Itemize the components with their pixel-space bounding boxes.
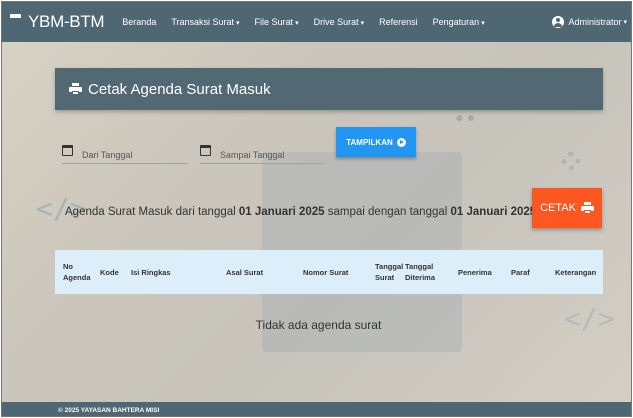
caret-down-icon: ▾ xyxy=(236,20,240,27)
agenda-prefix: Agenda Surat Masuk dari tanggal xyxy=(65,206,239,218)
brand[interactable]: YBM-BTM xyxy=(2,12,105,32)
page-title: Cetak Agenda Surat Masuk xyxy=(88,80,271,98)
nav-item-label: Referensi xyxy=(379,17,418,27)
printer-icon xyxy=(580,202,594,214)
column-header-paraf: Paraf xyxy=(511,267,530,277)
nav-menu: Beranda Transaksi Surat ▾ File Surat ▾ Dri… xyxy=(122,17,499,27)
caret-down-icon: ▾ xyxy=(360,20,365,27)
column-header-tanggal-surat: Tanggal Surat xyxy=(375,262,404,282)
calendar-icon xyxy=(62,145,73,156)
nav-item-transaksi-surat[interactable]: Transaksi Surat ▾ xyxy=(171,17,239,27)
nav-item-file-surat[interactable]: File Surat ▾ xyxy=(255,17,299,27)
show-button[interactable]: TAMPILKAN xyxy=(336,127,416,157)
date-from-input[interactable] xyxy=(82,150,172,160)
table-header: No Agenda Kode Isi Ringkas Asal Surat No… xyxy=(55,250,603,294)
play-circle-icon xyxy=(396,137,406,147)
date-from-field xyxy=(62,140,188,164)
footer: © 2025 YAYASAN BAHTERA MISI xyxy=(2,402,631,416)
nav-item-label: Drive Surat xyxy=(313,17,359,27)
top-navbar: YBM-BTM Beranda Transaksi Surat ▾ File Su… xyxy=(2,2,631,42)
app-window: </> </> YBM-BTM Beranda Transaksi Surat ▾… xyxy=(1,1,632,417)
agenda-middle: sampai dengan tanggal xyxy=(324,206,451,218)
user-name: Administrator xyxy=(568,17,622,27)
caret-down-icon: ▾ xyxy=(623,19,627,26)
column-header-keterangan: Keterangan xyxy=(555,267,597,277)
date-to-input[interactable] xyxy=(220,150,310,160)
nav-item-drive-surat[interactable]: Drive Surat ▾ xyxy=(314,17,365,27)
empty-table-message: Tidak ada agenda surat xyxy=(255,318,382,332)
card-header: Cetak Agenda Surat Masuk xyxy=(55,68,603,110)
caret-down-icon: ▾ xyxy=(481,20,485,27)
calendar-icon xyxy=(200,145,211,156)
background-gear-icon-small xyxy=(562,152,580,170)
date-to-field xyxy=(200,140,324,164)
nav-item-label: Beranda xyxy=(122,17,157,27)
caret-down-icon: ▾ xyxy=(295,20,299,27)
column-header-asal-surat: Asal Surat xyxy=(226,267,264,277)
column-header-no-agenda: No Agenda xyxy=(63,262,91,282)
brand-name: YBM-BTM xyxy=(28,12,105,31)
nav-item-beranda[interactable]: Beranda xyxy=(122,17,156,27)
user-menu[interactable]: Administrator ▾ xyxy=(552,2,627,42)
copyright-text: © 2025 YAYASAN BAHTERA MISI xyxy=(58,406,160,414)
column-header-penerima: Penerima xyxy=(458,267,492,277)
column-header-kode: Kode xyxy=(100,267,119,277)
column-header-nomor-surat: Nomor Surat xyxy=(303,267,349,277)
user-circle-icon xyxy=(552,16,565,28)
print-button[interactable]: CETAK xyxy=(532,188,602,228)
printer-icon xyxy=(69,83,82,95)
document-icon xyxy=(10,14,21,30)
agenda-heading: Agenda Surat Masuk dari tanggal 01 Janua… xyxy=(65,206,536,218)
show-button-label: TAMPILKAN xyxy=(346,137,393,147)
agenda-to-date: 01 Januari 2025 xyxy=(450,206,537,218)
nav-item-pengaturan[interactable]: Pengaturan ▾ xyxy=(433,17,485,27)
nav-item-referensi[interactable]: Referensi xyxy=(379,17,418,27)
agenda-from-date: 01 Januari 2025 xyxy=(238,206,325,218)
column-header-tanggal-diterima: Tanggal Diterima xyxy=(405,262,436,282)
nav-item-label: Pengaturan xyxy=(432,17,480,27)
nav-item-label: Transaksi Surat xyxy=(171,17,235,27)
column-header-isi-ringkas: Isi Ringkas xyxy=(131,267,171,277)
nav-item-label: File Surat xyxy=(254,17,294,27)
print-button-label: CETAK xyxy=(540,202,576,214)
